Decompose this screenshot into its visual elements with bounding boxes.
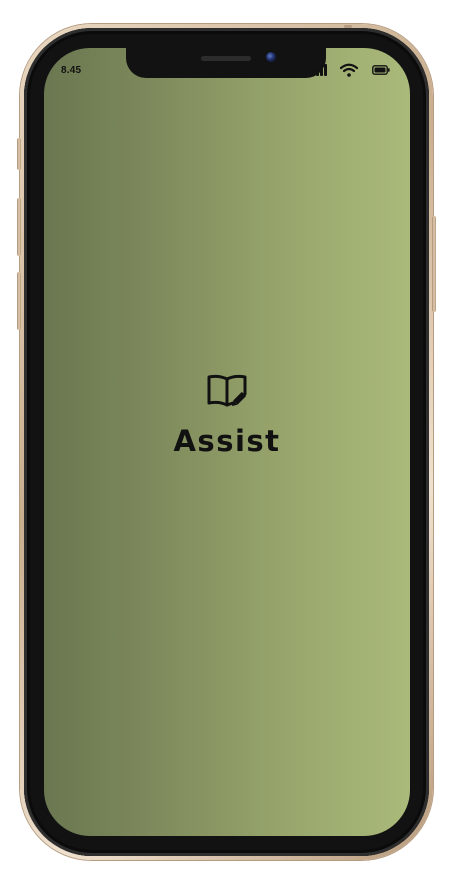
silent-switch [17,138,21,170]
battery-icon [372,65,390,75]
front-camera-icon [266,52,276,62]
power-button [432,216,436,312]
device-mockup: 8.45 Assist [0,0,467,874]
wifi-icon [340,63,358,77]
status-icons [312,62,402,78]
splash-screen[interactable]: 8.45 Assist [44,48,410,836]
status-time: 8.45 [61,65,82,76]
earpiece-speaker [201,56,251,61]
splash-content: Assist [44,370,410,458]
notch [126,48,326,78]
volume-down-button [17,272,21,330]
app-title: Assist [173,424,281,458]
volume-up-button [17,198,21,256]
book-edit-icon [207,374,247,407]
signal-icon [312,64,327,76]
